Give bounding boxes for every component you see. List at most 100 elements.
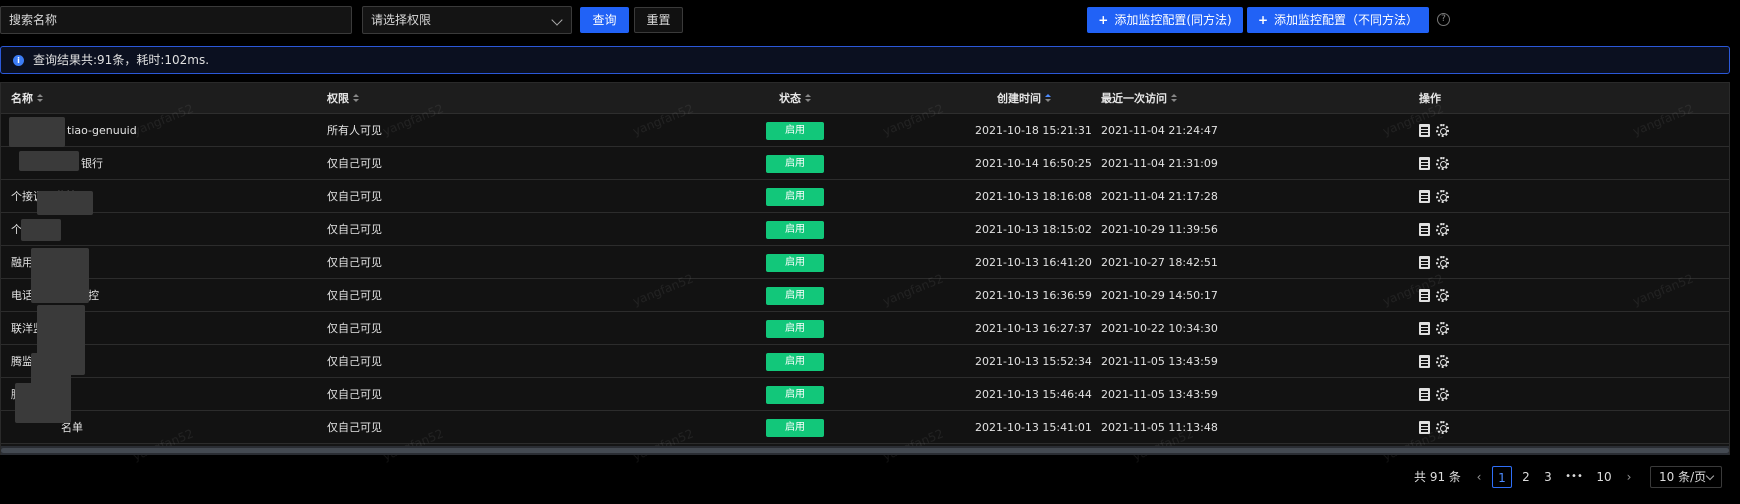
row-last-access: 2021-10-29 11:39:56 [1101,223,1218,236]
detail-icon[interactable] [1419,322,1430,335]
page-2[interactable]: 2 [1516,466,1536,488]
column-last-access-label: 最近一次访问 [1101,92,1167,105]
row-last-access: 2021-11-05 13:43:59 [1101,388,1218,401]
row-actions [1419,157,1459,171]
detail-icon[interactable] [1419,157,1430,170]
row-last-access: 2021-11-04 21:31:09 [1101,157,1218,170]
settings-icon[interactable] [1436,355,1449,368]
plus-icon: + [1257,13,1269,27]
status-badge: 启用 [766,419,824,437]
row-name[interactable]: tiao-genuuid [67,114,137,147]
redaction-mask [31,353,71,387]
pagination-total: 共 91 条 [1414,470,1461,484]
column-actions: 操作 [1419,92,1441,105]
column-name[interactable]: 名称 [11,83,44,114]
reset-button[interactable]: 重置 [634,7,683,33]
row-name[interactable]: 银行 [81,147,103,180]
chevron-down-icon [1705,471,1715,481]
next-page-icon[interactable]: › [1622,466,1636,488]
column-last-access[interactable]: 最近一次访问 [1101,83,1178,114]
redaction-mask [15,383,71,423]
column-created-label: 创建时间 [997,92,1041,105]
row-permission: 仅自己可见 [327,388,382,401]
help-icon[interactable]: ? [1437,13,1450,26]
add-monitor-diff-method-button[interactable]: + 添加监控配置（不同方法） [1247,7,1429,33]
table-row: 腾监控 仅自己可见 启用 2021-10-13 15:52:34 2021-11… [1,345,1729,378]
table-row: 融用监控 仅自己可见 启用 2021-10-13 16:41:20 2021-1… [1,246,1729,279]
row-last-access: 2021-11-05 13:43:59 [1101,355,1218,368]
permission-select[interactable]: 请选择权限 [362,6,572,34]
settings-icon[interactable] [1436,223,1449,236]
pagination-ellipsis[interactable]: ••• [1562,466,1586,488]
sort-icon[interactable] [353,93,360,103]
page-size-label: 10 条/页 [1659,470,1707,484]
row-created: 2021-10-14 16:50:25 [975,157,1092,170]
row-last-access: 2021-11-04 21:24:47 [1101,124,1218,137]
row-actions [1419,355,1459,369]
row-permission: 仅自己可见 [327,190,382,203]
settings-icon[interactable] [1436,322,1449,335]
row-last-access: 2021-10-29 14:50:17 [1101,289,1218,302]
row-created: 2021-10-13 15:52:34 [975,355,1092,368]
row-permission: 仅自己可见 [327,289,382,302]
row-actions [1419,289,1459,303]
row-permission: 仅自己可见 [327,223,382,236]
settings-icon[interactable] [1436,190,1449,203]
page-3[interactable]: 3 [1538,466,1558,488]
page-size-select[interactable]: 10 条/页 [1650,466,1722,488]
settings-icon[interactable] [1436,289,1449,302]
sort-icon[interactable] [805,93,812,103]
permission-select-label: 请选择权限 [371,13,432,27]
row-actions [1419,421,1459,435]
column-status[interactable]: 状态 [779,83,812,114]
row-created: 2021-10-13 16:41:20 [975,256,1092,269]
query-button[interactable]: 查询 [580,7,629,33]
detail-icon[interactable] [1419,190,1430,203]
column-created[interactable]: 创建时间 [997,83,1052,114]
search-input[interactable]: 搜索名称 [0,6,352,34]
row-created: 2021-10-18 15:21:31 [975,124,1092,137]
table-row: 名单 仅自己可见 启用 2021-10-13 15:41:01 2021-11-… [1,411,1729,444]
detail-icon[interactable] [1419,124,1430,137]
column-permission-label: 权限 [327,92,349,105]
prev-page-icon[interactable]: ‹ [1472,466,1486,488]
row-created: 2021-10-13 18:16:08 [975,190,1092,203]
add-monitor-same-method-button[interactable]: + 添加监控配置(同方法) [1087,7,1243,33]
settings-icon[interactable] [1436,256,1449,269]
table-row: 腾 仅自己可见 启用 2021-10-13 15:46:44 2021-11-0… [1,378,1729,411]
table-row: 个 仅自己可见 启用 2021-10-13 18:15:02 2021-10-2… [1,213,1729,246]
status-badge: 启用 [766,122,824,140]
settings-icon[interactable] [1436,421,1449,434]
horizontal-scrollbar[interactable] [1,446,1729,455]
detail-icon[interactable] [1419,421,1430,434]
row-permission: 仅自己可见 [327,322,382,335]
redaction-mask [19,151,79,171]
settings-icon[interactable] [1436,388,1449,401]
sort-asc-icon[interactable] [1045,93,1052,103]
row-actions [1419,322,1459,336]
detail-icon[interactable] [1419,223,1430,236]
status-badge: 启用 [766,287,824,305]
detail-icon[interactable] [1419,289,1430,302]
sort-icon[interactable] [37,93,44,103]
detail-icon[interactable] [1419,355,1430,368]
page-10[interactable]: 10 [1592,466,1616,488]
column-permission[interactable]: 权限 [327,83,360,114]
add-same-label: 添加监控配置(同方法) [1114,13,1232,27]
row-permission: 所有人可见 [327,124,382,137]
settings-icon[interactable] [1436,124,1449,137]
detail-icon[interactable] [1419,388,1430,401]
table-row: 银行 仅自己可见 启用 2021-10-14 16:50:25 2021-11-… [1,147,1729,180]
scrollbar-thumb[interactable] [1,448,1729,453]
sort-icon[interactable] [1171,93,1178,103]
result-info-alert: i 查询结果共:91条，耗时:102ms. [0,46,1730,74]
row-created: 2021-10-13 16:27:37 [975,322,1092,335]
column-name-label: 名称 [11,92,33,105]
status-badge: 启用 [766,188,824,206]
settings-icon[interactable] [1436,157,1449,170]
status-badge: 启用 [766,221,824,239]
page-1[interactable]: 1 [1492,466,1512,488]
row-last-access: 2021-10-27 18:42:51 [1101,256,1218,269]
row-last-access: 2021-10-22 10:34:30 [1101,322,1218,335]
detail-icon[interactable] [1419,256,1430,269]
